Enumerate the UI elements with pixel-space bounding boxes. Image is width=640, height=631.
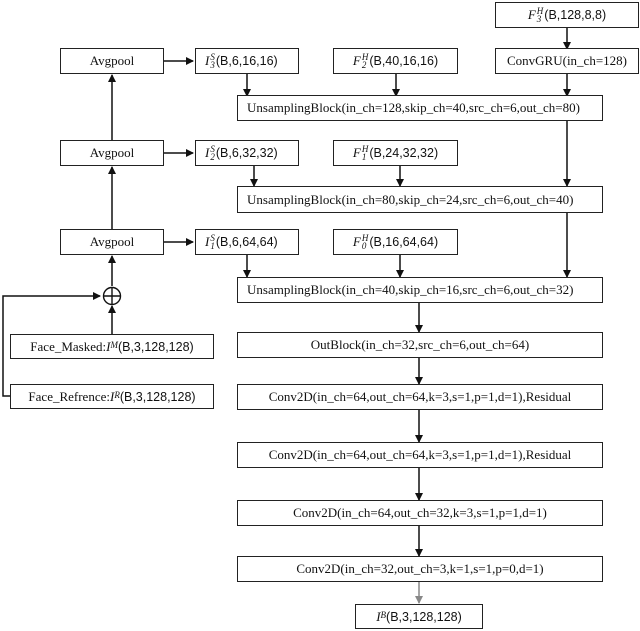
f0h-sub: 0: [361, 241, 367, 251]
convgru-block: ConvGRU(in_ch=128): [495, 48, 639, 74]
face-reference-prefix: Face_Refrence:: [28, 388, 110, 404]
face-reference-shape: (B,3,128,128): [119, 389, 196, 404]
feature-f3h: F H 3 (B,128,8,8): [495, 2, 639, 28]
i2s-base: I: [205, 145, 210, 160]
conv2d-layer-1-label: Conv2D(in_ch=64,out_ch=64,k=3,s=1,p=1,d=…: [268, 389, 572, 404]
source-tensor-i1s: I S 1 (B,6,64,64): [195, 229, 299, 255]
f2h-sub: 2: [361, 60, 367, 70]
face-masked-sup: M: [110, 339, 118, 350]
face-masked-input: Face_Masked: I M (B,3,128,128): [10, 334, 214, 359]
source-tensor-i2s: I S 2 (B,6,32,32): [195, 140, 299, 166]
avgpool-1: Avgpool: [60, 229, 164, 255]
avgpool-3-label: Avgpool: [89, 53, 135, 68]
face-reference-input: Face_Refrence: I R (B,3,128,128): [10, 384, 214, 409]
i1s-shape: (B,6,64,64): [215, 235, 278, 249]
upsampling-block-2-label: UnsamplingBlock(in_ch=80,skip_ch=24,src_…: [247, 191, 574, 207]
i3s-shape: (B,6,16,16): [215, 54, 278, 68]
avgpool-3: Avgpool: [60, 48, 164, 74]
source-tensor-i3s: I S 3 (B,6,16,16): [195, 48, 299, 74]
face-reference-sup: R: [114, 389, 120, 400]
upsampling-block-1: UnsamplingBlock(in_ch=128,skip_ch=40,src…: [237, 95, 603, 121]
convgru-label: ConvGRU(in_ch=128): [507, 53, 627, 68]
output-shape: (B,3,128,128): [386, 609, 462, 624]
face-masked-shape: (B,3,128,128): [117, 339, 194, 354]
f0h-base: F: [352, 234, 361, 249]
conv2d-layer-2-label: Conv2D(in_ch=64,out_ch=64,k=3,s=1,p=1,d=…: [268, 447, 572, 462]
conv2d-layer-4: Conv2D(in_ch=32,out_ch=3,k=1,s=1,p=0,d=1…: [237, 556, 603, 582]
f1h-base: F: [352, 145, 361, 160]
conv2d-layer-4-label: Conv2D(in_ch=32,out_ch=3,k=1,s=1,p=0,d=1…: [296, 561, 544, 576]
upsampling-block-1-label: UnsamplingBlock(in_ch=128,skip_ch=40,src…: [247, 100, 580, 115]
i3s-base: I: [205, 53, 210, 68]
f1h-sub: 1: [361, 152, 367, 162]
output-tensor: I B (B,3,128,128): [355, 604, 483, 629]
conv2d-layer-3: Conv2D(in_ch=64,out_ch=32,k=3,s=1,p=1,d=…: [237, 500, 603, 526]
f2h-base: F: [352, 53, 361, 68]
f0h-shape: (B,16,64,64): [369, 235, 439, 249]
avgpool-2: Avgpool: [60, 140, 164, 166]
i1s-sub: 1: [210, 241, 215, 251]
conv2d-layer-2: Conv2D(in_ch=64,out_ch=64,k=3,s=1,p=1,d=…: [237, 442, 603, 468]
face-masked-prefix: Face_Masked:: [30, 338, 107, 354]
f3h-shape: (B,128,8,8): [544, 8, 607, 22]
outblock-label: OutBlock(in_ch=32,src_ch=6,out_ch=64): [310, 337, 530, 352]
f3h-base: F: [527, 7, 536, 22]
sum-symbol: [102, 286, 122, 306]
upsampling-block-3: UnsamplingBlock(in_ch=40,skip_ch=16,src_…: [237, 277, 603, 303]
i2s-shape: (B,6,32,32): [215, 146, 278, 160]
output-sup: B: [380, 609, 387, 620]
f2h-shape: (B,40,16,16): [369, 54, 439, 68]
feature-f2h: F H 2 (B,40,16,16): [333, 48, 458, 74]
i1s-base: I: [205, 234, 210, 249]
upsampling-block-3-label: UnsamplingBlock(in_ch=40,skip_ch=16,src_…: [247, 282, 574, 297]
outblock: OutBlock(in_ch=32,src_ch=6,out_ch=64): [237, 332, 603, 358]
feature-f0h: F H 0 (B,16,64,64): [333, 229, 458, 255]
avgpool-2-label: Avgpool: [89, 145, 135, 160]
f3h-sub: 3: [536, 14, 542, 24]
avgpool-1-label: Avgpool: [89, 234, 135, 249]
i2s-sub: 2: [210, 152, 215, 162]
f1h-shape: (B,24,32,32): [369, 146, 439, 160]
feature-f1h: F H 1 (B,24,32,32): [333, 140, 458, 166]
conv2d-layer-1: Conv2D(in_ch=64,out_ch=64,k=3,s=1,p=1,d=…: [237, 384, 603, 410]
i3s-sub: 3: [210, 60, 215, 70]
upsampling-block-2: UnsamplingBlock(in_ch=80,skip_ch=24,src_…: [237, 186, 603, 213]
conv2d-layer-3-label: Conv2D(in_ch=64,out_ch=32,k=3,s=1,p=1,d=…: [293, 505, 547, 520]
